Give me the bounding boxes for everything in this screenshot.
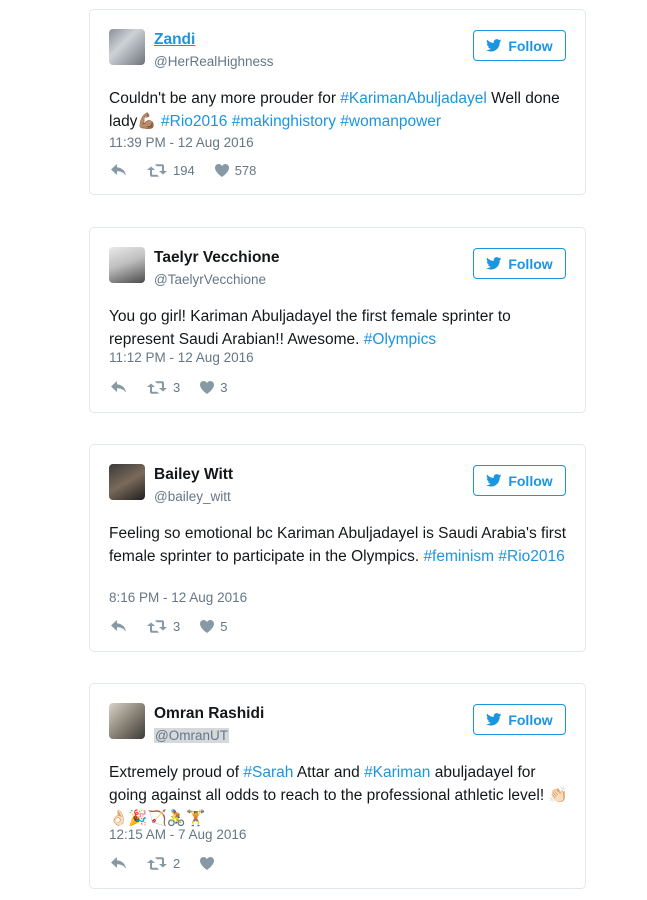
follow-label: Follow (508, 37, 553, 54)
retweet-count: 194 (173, 163, 195, 178)
like-button[interactable]: 5 (200, 619, 227, 634)
reply-button[interactable] (111, 620, 127, 633)
retweet-icon (147, 381, 167, 394)
tweet-text: Extremely proud of #Sarah Attar and #Kar… (109, 761, 569, 830)
retweet-button[interactable]: 194 (147, 163, 195, 178)
author-handle[interactable]: @bailey_witt (154, 489, 231, 504)
tweet-card: Zandi @HerRealHighness Follow Couldn't b… (89, 9, 586, 195)
like-count: 578 (234, 163, 257, 178)
retweet-count: 3 (173, 380, 181, 395)
retweet-button[interactable]: 3 (147, 619, 180, 634)
like-button[interactable] (200, 857, 220, 870)
tweet-card: Taelyr Vecchione @TaelyrVecchione Follow… (89, 227, 586, 413)
tweet-text: You go girl! Kariman Abuljadayel the fir… (109, 305, 569, 351)
follow-button[interactable]: Follow (473, 30, 566, 61)
tweet-text: Couldn't be any more prouder for #Karima… (109, 87, 569, 133)
tweet-text: Feeling so emotional bc Kariman Abuljada… (109, 522, 569, 568)
text-segment: Couldn't be any more prouder for (109, 90, 341, 107)
avatar[interactable] (109, 703, 145, 739)
reply-button[interactable] (111, 381, 127, 394)
hashtag-link[interactable]: #Sarah (243, 764, 293, 781)
follow-button[interactable]: Follow (473, 704, 566, 735)
tweet-actions: 194 578 (111, 163, 276, 178)
bird-icon (486, 39, 502, 52)
like-button[interactable]: 578 (214, 163, 257, 178)
retweet-icon (147, 620, 167, 633)
text-segment: Extremely proud of (109, 764, 244, 781)
tweet-card: Omran Rashidi @OmranUT Follow Extremely … (89, 683, 586, 889)
text-segment: Attar and (293, 764, 365, 781)
heart-icon (200, 381, 215, 394)
reply-icon (111, 381, 126, 393)
tweet-timestamp[interactable]: 11:12 PM - 12 Aug 2016 (109, 350, 254, 365)
avatar[interactable] (109, 247, 145, 283)
hashtag-link[interactable]: #Olympics (364, 331, 436, 348)
author-handle[interactable]: @TaelyrVecchione (154, 272, 266, 287)
heart-icon (214, 164, 229, 177)
retweet-icon (147, 164, 167, 177)
hashtag-link[interactable]: #KarimanAbuljadayel (340, 90, 486, 107)
hashtag-link[interactable]: #Kariman (364, 764, 430, 781)
retweet-count: 2 (173, 856, 181, 871)
hashtag-link[interactable]: #womanpower (340, 113, 441, 130)
hashtag-link[interactable]: #Rio2016 (161, 113, 227, 130)
retweet-icon (147, 857, 167, 870)
bird-icon (486, 257, 502, 270)
follow-label: Follow (508, 711, 553, 728)
tweet-timestamp[interactable]: 11:39 PM - 12 Aug 2016 (109, 135, 254, 150)
like-count: 3 (220, 380, 228, 395)
tweet-actions: 2 (111, 856, 240, 871)
author-handle[interactable]: @HerRealHighness (154, 54, 274, 69)
like-button[interactable]: 3 (200, 380, 227, 395)
bird-icon (486, 474, 502, 487)
author-name[interactable]: Omran Rashidi (154, 705, 264, 723)
heart-icon (200, 620, 215, 633)
avatar[interactable] (109, 29, 145, 65)
author-name[interactable]: Taelyr Vecchione (154, 249, 280, 267)
avatar[interactable] (109, 464, 145, 500)
retweet-button[interactable]: 2 (147, 856, 180, 871)
author-name[interactable]: Zandi (154, 31, 195, 49)
follow-button[interactable]: Follow (473, 465, 566, 496)
hashtag-link[interactable]: #makinghistory (232, 113, 336, 130)
reply-button[interactable] (111, 164, 127, 177)
hashtag-link[interactable]: #feminism (423, 548, 494, 565)
heart-icon (200, 857, 215, 870)
like-count: 5 (220, 619, 228, 634)
retweet-count: 3 (173, 619, 181, 634)
author-handle[interactable]: @OmranUT (154, 728, 229, 743)
bird-icon (486, 713, 502, 726)
reply-icon (111, 620, 126, 632)
tweet-card: Bailey Witt @bailey_witt Follow Feeling … (89, 444, 586, 652)
follow-label: Follow (508, 255, 553, 272)
tweet-actions: 3 5 (111, 619, 247, 634)
tweet-timestamp[interactable]: 12:15 AM - 7 Aug 2016 (109, 827, 246, 842)
retweet-button[interactable]: 3 (147, 380, 180, 395)
text-segment: You go girl! Kariman Abuljadayel the fir… (109, 308, 511, 348)
author-name[interactable]: Bailey Witt (154, 466, 233, 484)
reply-icon (111, 164, 126, 176)
reply-button[interactable] (111, 857, 127, 870)
hashtag-link[interactable]: #Rio2016 (498, 548, 564, 565)
tweet-timestamp[interactable]: 8:16 PM - 12 Aug 2016 (109, 590, 247, 605)
reply-icon (111, 857, 126, 869)
follow-button[interactable]: Follow (473, 248, 566, 279)
tweet-actions: 3 3 (111, 380, 247, 395)
follow-label: Follow (508, 472, 553, 489)
